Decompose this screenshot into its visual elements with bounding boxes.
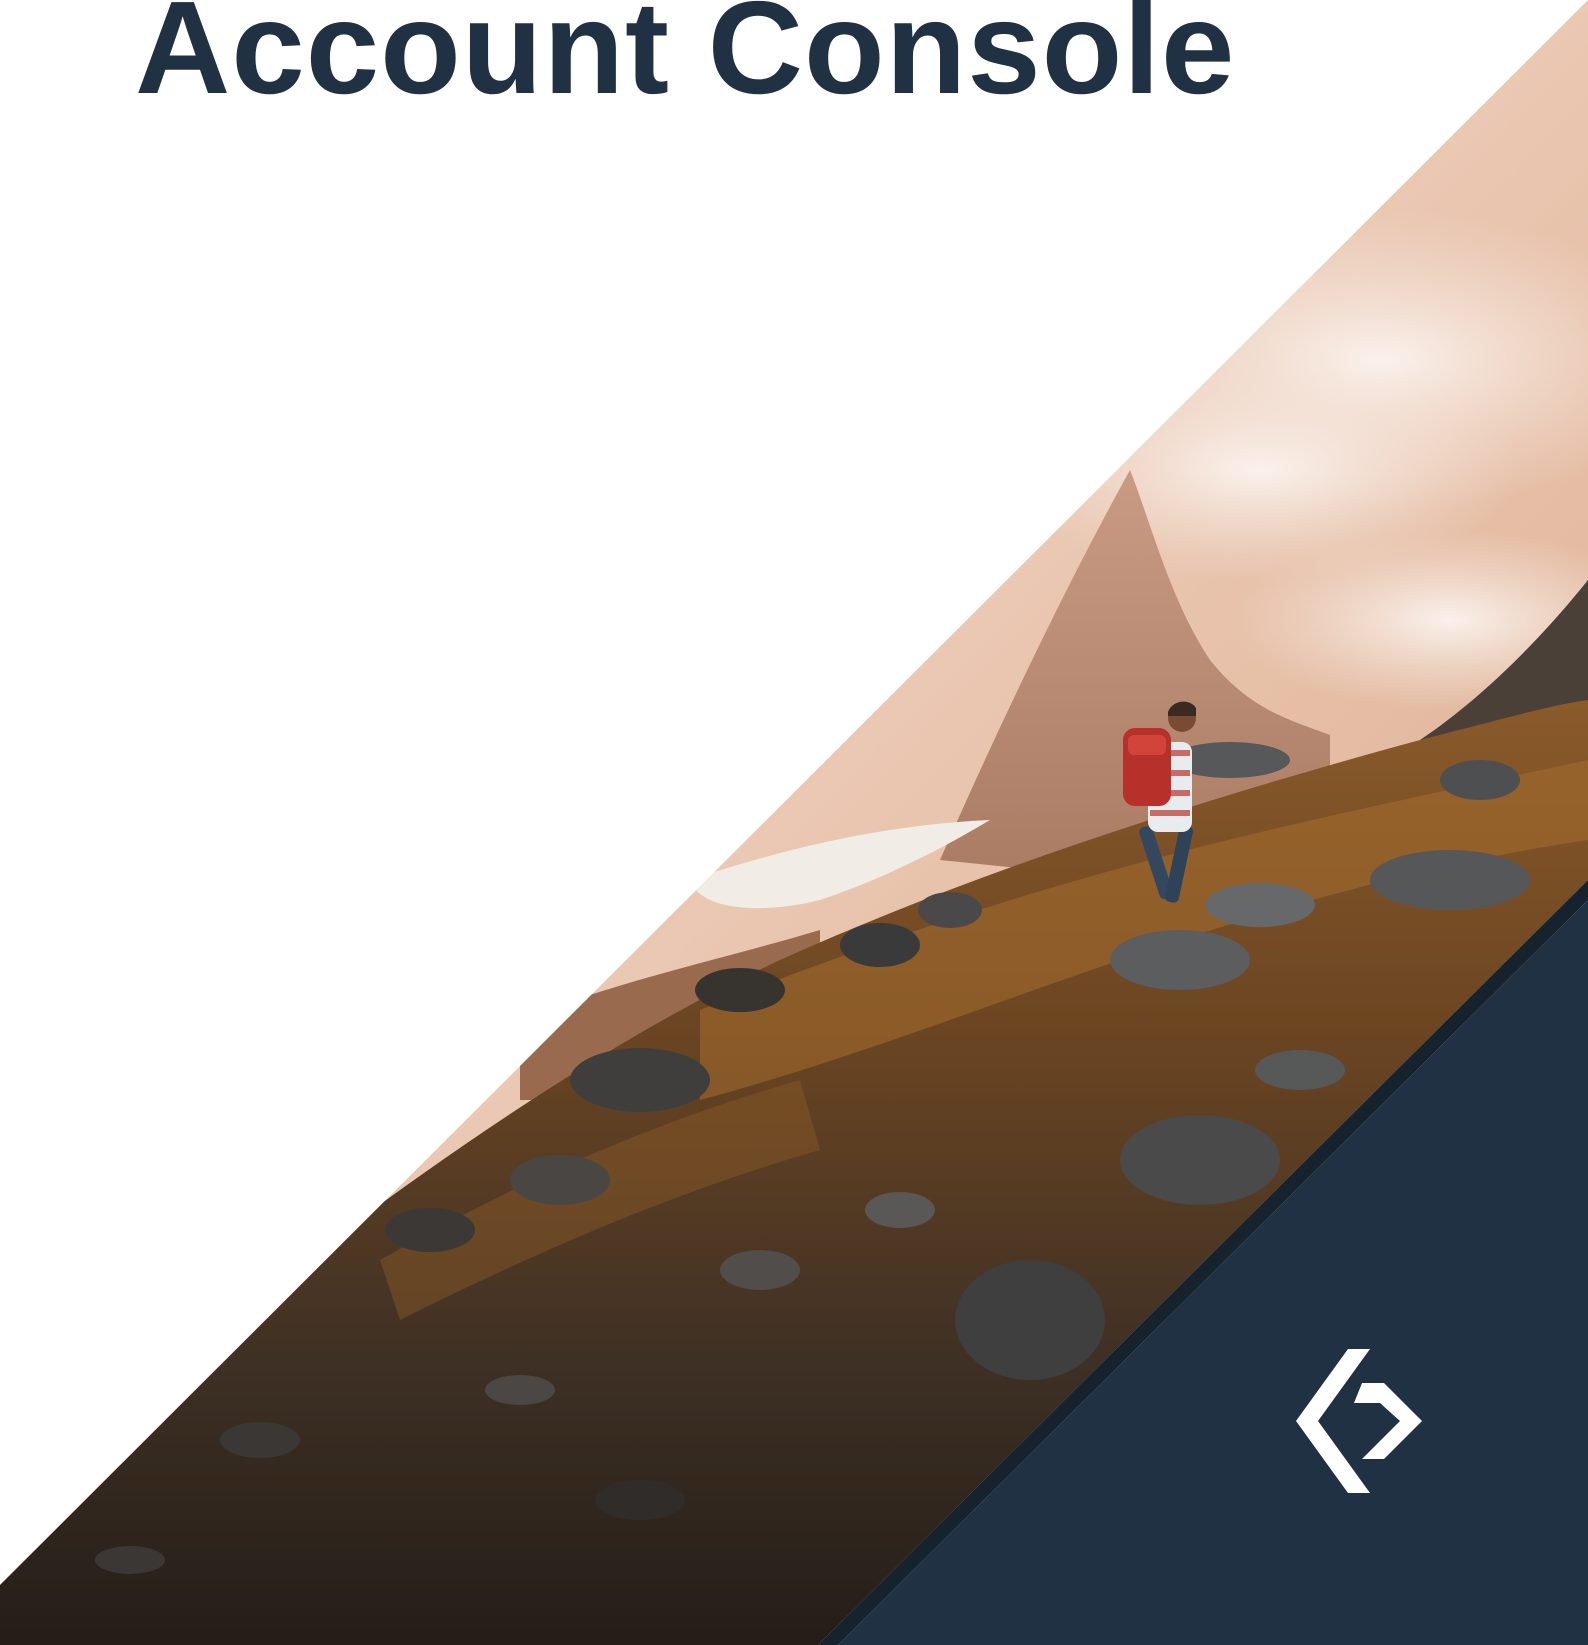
brand-chevron-logo-icon (1296, 1349, 1422, 1493)
login-splash-page: Account Console (0, 0, 1588, 1645)
